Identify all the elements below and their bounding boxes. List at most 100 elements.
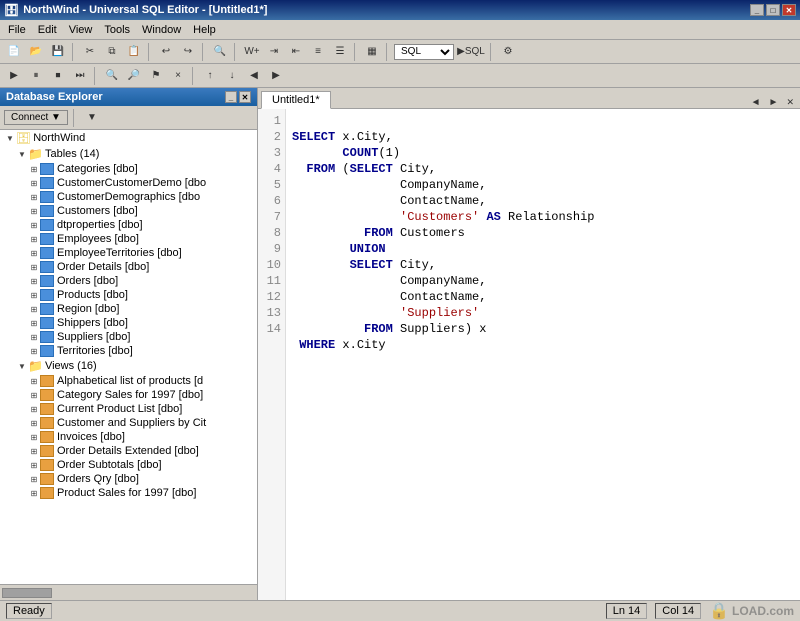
menu-tools[interactable]: Tools [98,22,136,38]
menu-edit[interactable]: Edit [32,22,63,38]
sql-editor: Untitled1* ◄ ► ✕ 1 2 3 4 5 6 7 8 9 10 11… [258,88,800,600]
view-productsales[interactable]: ⊞ Product Sales for 1997 [dbo] [0,486,257,500]
tb2-btn7[interactable]: ⚑ [146,67,166,85]
undo-button[interactable]: ↩ [156,43,176,61]
db-tree[interactable]: ▼ 🗄 NorthWind ▼ 📁 Tables (14) ⊞ Categori… [0,130,257,584]
run-button[interactable]: ▶SQL [456,43,486,61]
tree-root[interactable]: ▼ 🗄 NorthWind [0,130,257,146]
settings-button[interactable]: ⚙ [498,43,518,61]
tab-nav-close[interactable]: ✕ [783,97,797,108]
table-products[interactable]: ⊞ Products [dbo] [0,288,257,302]
view-alphabetical[interactable]: ⊞ Alphabetical list of products [d [0,374,257,388]
save-button[interactable]: 💾 [48,43,68,61]
expand-icon: ⊞ [28,275,40,287]
view-currentproduct[interactable]: ⊞ Current Product List [dbo] [0,402,257,416]
connect-button[interactable]: Connect ▼ [4,110,68,125]
align-button[interactable]: ≡ [308,43,328,61]
table-customercustomerdemo[interactable]: ⊞ CustomerCustomerDemo [dbo [0,176,257,190]
expand-icon: ⊞ [28,261,40,273]
search-button[interactable]: 🔍 [210,43,230,61]
table-orders[interactable]: ⊞ Orders [dbo] [0,274,257,288]
grid-button[interactable]: ▦ [362,43,382,61]
paste-button[interactable]: 📋 [124,43,144,61]
table-node-2: CustomerDemographics [dbo [57,191,200,203]
copy-button[interactable]: ⧉ [102,43,122,61]
tab-untitled1[interactable]: Untitled1* [261,91,331,109]
tab-nav-left[interactable]: ◄ [748,97,764,108]
expand-icon: ⊞ [28,487,40,499]
close-button[interactable]: ✕ [782,4,796,16]
table-node-12: Suppliers [dbo] [57,331,130,343]
table-shippers[interactable]: ⊞ Shippers [dbo] [0,316,257,330]
table-customerdemographics[interactable]: ⊞ CustomerDemographics [dbo [0,190,257,204]
redo-button[interactable]: ↪ [178,43,198,61]
menu-view[interactable]: View [63,22,99,38]
format-button[interactable]: W+ [242,43,262,61]
table-territories[interactable]: ⊞ Territories [dbo] [0,344,257,358]
menu-bar: File Edit View Tools Window Help [0,20,800,40]
tb2-btn3[interactable]: ⏹ [48,67,68,85]
tb2-btn4[interactable]: ⏭ [70,67,90,85]
db-explorer-toolbar: Connect ▼ ▼ [0,106,257,130]
expand-icon: ⊞ [28,303,40,315]
db-explorer-panel: Database Explorer _ ✕ Connect ▼ ▼ ▼ 🗄 No… [0,88,258,600]
cut-button[interactable]: ✂ [80,43,100,61]
table-suppliers[interactable]: ⊞ Suppliers [dbo] [0,330,257,344]
title-bar: 🗄 NorthWind - Universal SQL Editor - [Un… [0,0,800,20]
view-ordersubtotals[interactable]: ⊞ Order Subtotals [dbo] [0,458,257,472]
outdent-button[interactable]: ⇤ [286,43,306,61]
db-explorer-title-controls: _ ✕ [225,91,251,103]
menu-help[interactable]: Help [187,22,222,38]
view-ordersqry[interactable]: ⊞ Orders Qry [dbo] [0,472,257,486]
db-explorer-title: Database Explorer _ ✕ [0,88,257,106]
tb2-btn6[interactable]: 🔎 [124,67,144,85]
schema-dropdown[interactable]: SQL [394,44,454,60]
align2-button[interactable]: ☰ [330,43,350,61]
table-customers[interactable]: ⊞ Customers [dbo] [0,204,257,218]
panel-close-button[interactable]: ✕ [239,91,251,103]
tb2-btn11[interactable]: ◀ [244,67,264,85]
view-customersuppliers[interactable]: ⊞ Customer and Suppliers by Cit [0,416,257,430]
table-categories[interactable]: ⊞ Categories [dbo] [0,162,257,176]
new-button[interactable]: 📄 [4,43,24,61]
view-categorysales[interactable]: ⊞ Category Sales for 1997 [dbo] [0,388,257,402]
expand-icon: ⊞ [28,431,40,443]
db-horizontal-scrollbar[interactable] [0,584,257,600]
menu-window[interactable]: Window [136,22,187,38]
minimize-button[interactable]: _ [750,4,764,16]
expand-icon: ⊞ [28,375,40,387]
indent-button[interactable]: ⇥ [264,43,284,61]
table-dtproperties[interactable]: ⊞ dtproperties [dbo] [0,218,257,232]
expand-icon: ⊞ [28,345,40,357]
table-employees[interactable]: ⊞ Employees [dbo] [0,232,257,246]
views-group[interactable]: ▼ 📁 Views (16) [0,358,257,374]
tb2-btn10[interactable]: ↓ [222,67,242,85]
table-node-6: EmployeeTerritories [dbo] [57,247,182,259]
db-name: NorthWind [33,132,85,144]
table-orderdetails[interactable]: ⊞ Order Details [dbo] [0,260,257,274]
expand-icon: ⊞ [28,191,40,203]
open-button[interactable]: 📂 [26,43,46,61]
view-node-7: Orders Qry [dbo] [57,473,139,485]
tb2-btn9[interactable]: ↑ [200,67,220,85]
tb2-btn12[interactable]: ▶ [266,67,286,85]
menu-file[interactable]: File [2,22,32,38]
code-area[interactable]: 1 2 3 4 5 6 7 8 9 10 11 12 13 14 SELECT … [258,109,800,600]
code-editor[interactable]: SELECT x.City, COUNT(1) FROM (SELECT Cit… [286,109,800,600]
view-orderdetailsext[interactable]: ⊞ Order Details Extended [dbo] [0,444,257,458]
view-invoices[interactable]: ⊞ Invoices [dbo] [0,430,257,444]
tb2-btn2[interactable]: ⏸ [26,67,46,85]
panel-pin-button[interactable]: _ [225,91,237,103]
tb2-btn5[interactable]: 🔍 [102,67,122,85]
sep7 [490,43,494,61]
expand-icon-tables: ▼ [16,148,28,160]
tb2-btn8[interactable]: × [168,67,188,85]
table-region[interactable]: ⊞ Region [dbo] [0,302,257,316]
table-employeeterritories[interactable]: ⊞ EmployeeTerritories [dbo] [0,246,257,260]
maximize-button[interactable]: □ [766,4,780,16]
tb2-btn1[interactable]: ▶ [4,67,24,85]
filter-button[interactable]: ▼ [82,109,102,127]
tables-group[interactable]: ▼ 📁 Tables (14) [0,146,257,162]
tab-nav-right[interactable]: ► [766,97,782,108]
sep9 [192,67,196,85]
